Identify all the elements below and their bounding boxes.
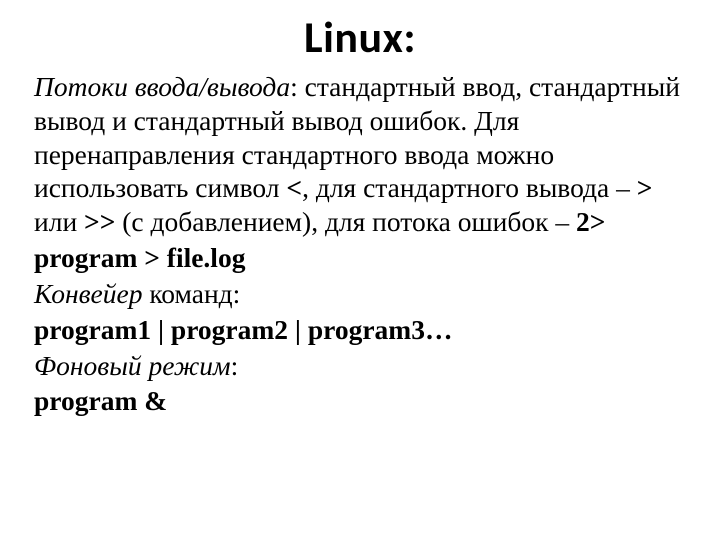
slide: Linux: Потоки ввода/вывода: стандартный … [0,0,720,540]
example-redirect: program > file.log [34,241,686,275]
example-background: program & [34,384,686,418]
text: или [34,206,84,237]
text: (с добавлением), для потока ошибок – [115,206,576,237]
term-streams: Потоки ввода/вывода [34,71,290,102]
slide-body: Потоки ввода/вывода: стандартный ввод, с… [34,70,686,418]
symbol-gt: > [637,172,653,203]
symbol-lt: < [286,172,302,203]
text: команд: [142,278,240,309]
text: : [231,350,239,381]
term-pipeline: Конвейер [34,278,142,309]
paragraph-background: Фоновый режим: [34,349,686,383]
term-background: Фоновый режим [34,350,231,381]
symbol-2gt: 2> [576,206,605,237]
example-pipeline: program1 | program2 | program3… [34,313,686,347]
paragraph-streams: Потоки ввода/вывода: стандартный ввод, с… [34,70,686,239]
symbol-gtgt: >> [84,206,115,237]
slide-title: Linux: [34,10,686,64]
paragraph-pipeline: Конвейер команд: [34,277,686,311]
text: , для стандартного вывода – [302,172,637,203]
